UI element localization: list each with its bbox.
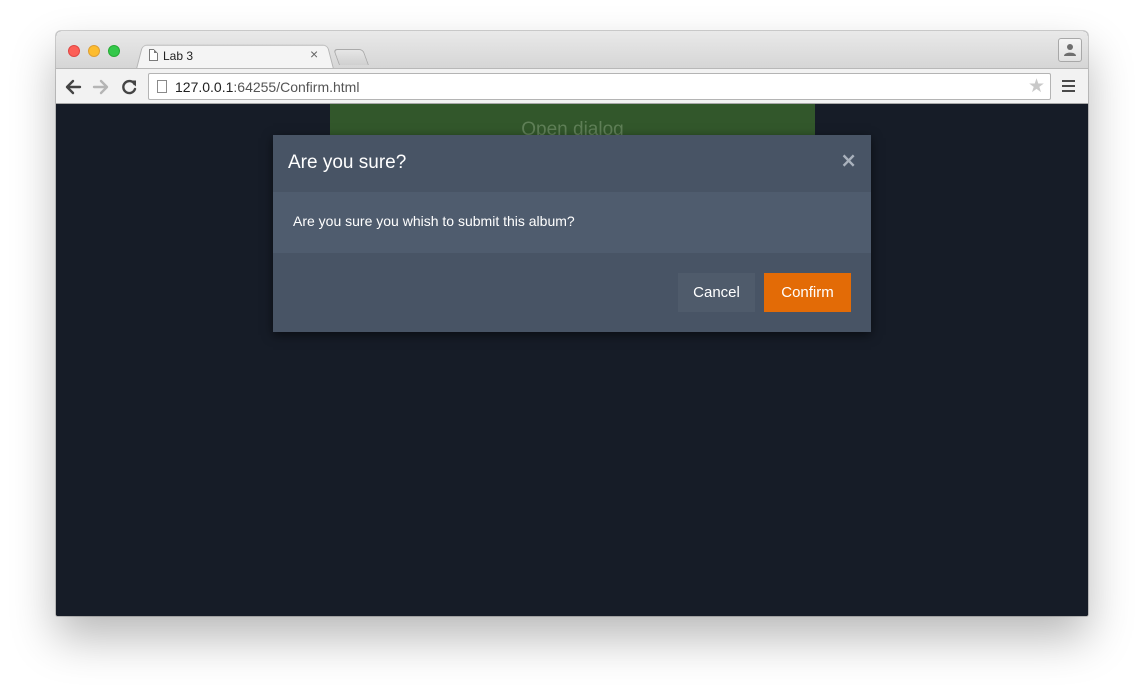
url-path: :64255/Confirm.html [233, 79, 360, 95]
cancel-button[interactable]: Cancel [678, 273, 755, 312]
page-icon [157, 80, 167, 93]
dialog-body: Are you sure you whish to submit this al… [273, 192, 871, 253]
dialog-title: Are you sure? [288, 152, 407, 173]
chrome-menu-icon[interactable] [1062, 80, 1075, 92]
browser-tab-content: Lab 3 × [144, 43, 328, 68]
back-button[interactable] [63, 77, 83, 97]
minimize-window-button[interactable] [88, 45, 100, 57]
close-window-button[interactable] [68, 45, 80, 57]
confirm-button[interactable]: Confirm [764, 273, 851, 312]
reload-button[interactable] [119, 77, 139, 97]
tab-strip: Lab 3 × [56, 31, 1088, 69]
page-viewport: Open dialog Are you sure? × Are you sure… [56, 104, 1088, 616]
bookmark-star-icon[interactable]: ★ [1028, 77, 1045, 96]
dialog-header: Are you sure? × [273, 135, 871, 192]
forward-arrow-icon [92, 79, 109, 95]
person-icon [1064, 44, 1076, 56]
profile-button[interactable] [1058, 38, 1082, 62]
forward-button[interactable] [91, 77, 111, 97]
confirm-dialog: Are you sure? × Are you sure you whish t… [273, 135, 871, 332]
reload-icon [122, 79, 137, 95]
back-arrow-icon [65, 79, 82, 95]
url-host: 127.0.0.1 [175, 79, 234, 95]
zoom-window-button[interactable] [108, 45, 120, 57]
tab-title: Lab 3 [163, 49, 194, 63]
address-bar[interactable]: 127.0.0.1:64255/Confirm.html ★ [148, 73, 1051, 100]
url-text: 127.0.0.1:64255/Confirm.html [175, 79, 359, 95]
browser-window: Lab 3 × 127.0.0.1:64255/Confirm.html ★ O… [56, 31, 1088, 616]
document-icon [149, 49, 158, 61]
tab-close-icon[interactable]: × [310, 46, 318, 62]
new-tab-button[interactable] [333, 49, 369, 65]
dialog-close-icon[interactable]: × [840, 148, 857, 172]
dialog-footer: Cancel Confirm [273, 253, 871, 332]
dialog-message: Are you sure you whish to submit this al… [293, 213, 575, 229]
browser-toolbar: 127.0.0.1:64255/Confirm.html ★ [56, 68, 1088, 104]
